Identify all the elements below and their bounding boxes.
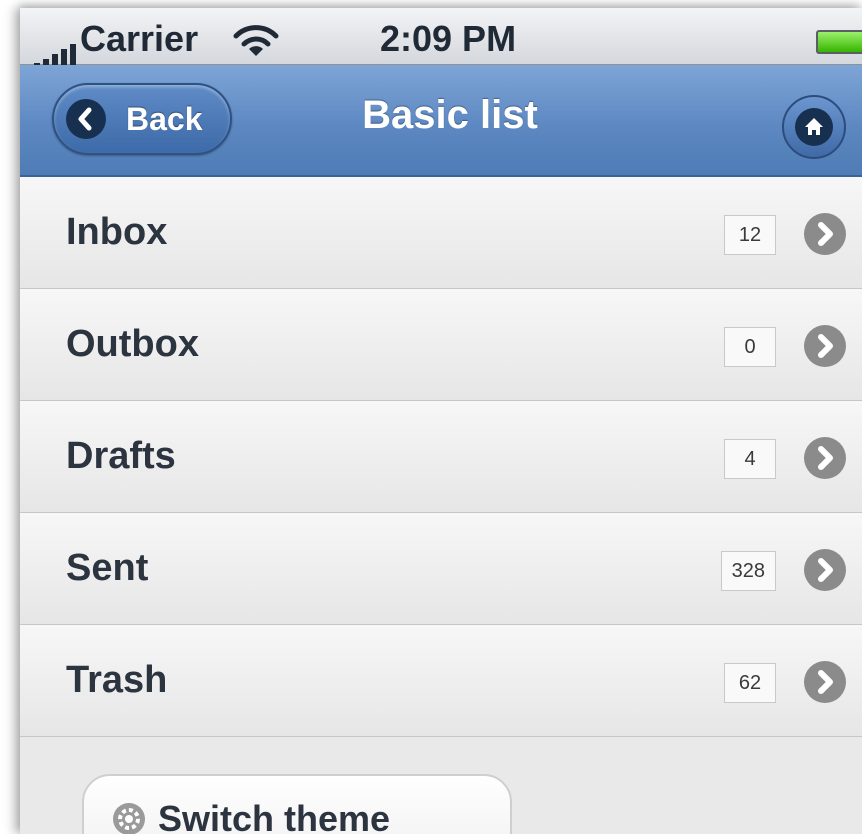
chevron-right-icon [804,661,846,703]
page-title: Basic list [362,93,538,137]
battery-icon [816,30,862,54]
switch-theme-label: Switch theme [158,798,391,834]
list-item-label: Trash [66,659,168,701]
switch-theme-button[interactable]: Switch theme [82,774,512,834]
list-item-drafts[interactable]: Drafts 4 [20,401,862,513]
home-icon [795,108,833,146]
carrier-name: Carrier [80,18,199,59]
chevron-right-icon [804,437,846,479]
count-badge: 328 [720,551,776,591]
list-item-label: Sent [66,547,149,589]
phone-screen: Carrier 2:09 PM Back Basic list Inbox 12… [20,8,862,834]
status-bar: Carrier 2:09 PM [20,8,862,68]
back-button-label: Back [126,101,203,137]
list-item-label: Outbox [66,323,199,365]
back-arrow-icon [66,99,106,139]
list-item-outbox[interactable]: Outbox 0 [20,289,862,401]
gear-icon [113,803,145,834]
chevron-right-icon [804,325,846,367]
navigation-header: Back Basic list [20,65,862,177]
list-item-label: Drafts [66,435,176,477]
clock: 2:09 PM [380,18,517,59]
wifi-icon [233,25,279,56]
list-item-inbox[interactable]: Inbox 12 [20,177,862,289]
count-badge: 62 [724,663,776,703]
list-item-sent[interactable]: Sent 328 [20,513,862,625]
back-button[interactable]: Back [52,83,232,155]
count-badge: 0 [724,327,776,367]
count-badge: 12 [724,215,776,255]
count-badge: 4 [724,439,776,479]
home-button[interactable] [782,95,846,159]
list-item-trash[interactable]: Trash 62 [20,625,862,737]
mailbox-list: Inbox 12 Outbox 0 Drafts 4 Sent 328 Tras… [20,177,862,737]
chevron-right-icon [804,213,846,255]
footer: Switch theme [20,738,862,834]
chevron-right-icon [804,549,846,591]
list-item-label: Inbox [66,211,168,253]
